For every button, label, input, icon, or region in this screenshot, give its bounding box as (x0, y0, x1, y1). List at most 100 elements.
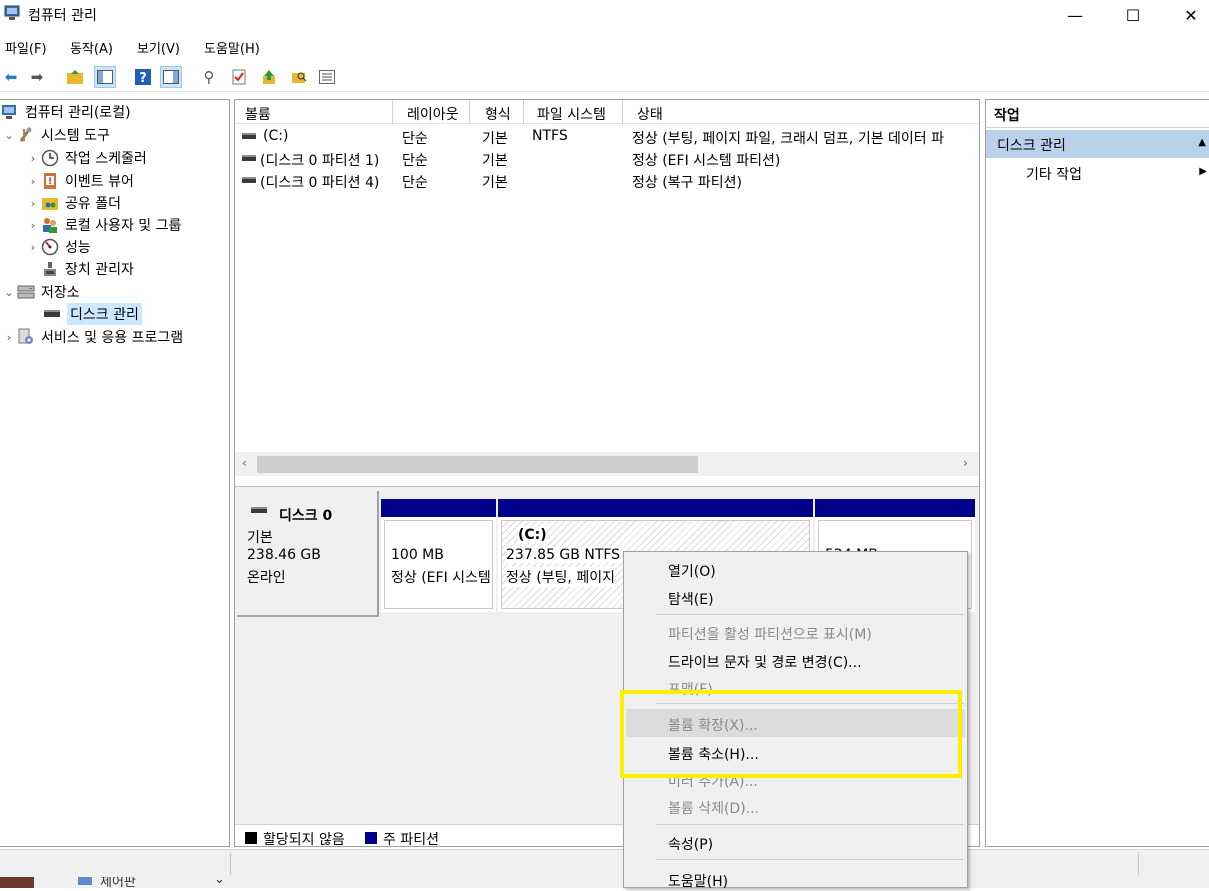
menu-item-mark-active[interactable]: 파티션을 활성 파티션으로 표시(M) (668, 624, 872, 644)
export-up-icon[interactable] (258, 66, 280, 88)
chevron-right-icon[interactable]: › (26, 152, 40, 165)
legend-primary: 주 파티션 (383, 832, 439, 847)
tree-item-performance[interactable]: › 성능 (26, 236, 91, 258)
chevron-right-icon[interactable]: › (26, 197, 40, 210)
scrollbar-thumb[interactable] (257, 456, 698, 473)
search-folder-icon[interactable] (288, 66, 310, 88)
menu-item-help[interactable]: 도움말(H) (668, 871, 728, 891)
menu-help[interactable]: 도움말(H) (204, 38, 260, 57)
chevron-right-icon[interactable]: › (26, 219, 40, 232)
tree-item-disk-management[interactable]: 디스크 관리 (42, 303, 142, 325)
tree-item-device-manager[interactable]: 장치 관리자 (40, 258, 134, 280)
chevron-right-icon[interactable]: › (26, 175, 40, 188)
submenu-arrow-icon[interactable]: ▶ (1199, 166, 1207, 177)
menu-item-open[interactable]: 열기(O) (668, 561, 716, 581)
menu-item-properties[interactable]: 속성(P) (668, 834, 713, 854)
properties-list-icon[interactable] (316, 66, 338, 88)
scroll-left-icon[interactable]: ‹ (242, 456, 247, 470)
volume-status: 정상 (EFI 시스템 파티션) (632, 153, 781, 169)
column-filesystem[interactable]: 파일 시스템 (537, 104, 606, 124)
partition-title: (C:) (518, 527, 547, 543)
show-hide-action-pane-icon[interactable] (160, 66, 182, 88)
menu-item-delete-volume[interactable]: 볼륨 삭제(D)... (668, 798, 759, 818)
tree-label: 저장소 (41, 285, 80, 301)
volume-name: (디스크 0 파티션 4) (260, 175, 380, 191)
column-volume[interactable]: 볼륨 (245, 104, 271, 124)
window-title: 컴퓨터 관리 (28, 8, 97, 24)
menu-file[interactable]: 파일(F) (5, 38, 47, 57)
menu-action[interactable]: 동작(A) (70, 38, 113, 57)
volume-row[interactable]: (디스크 0 파티션 1) 단순 기본 정상 (EFI 시스템 파티션) (235, 147, 979, 169)
column-type[interactable]: 형식 (485, 104, 511, 124)
drive-icon (251, 507, 267, 513)
up-folder-icon[interactable] (64, 66, 86, 88)
partition-size: 237.85 GB NTFS (506, 547, 621, 563)
taskbar-image (0, 877, 34, 888)
chevron-down-icon[interactable]: ⌄ (2, 129, 16, 142)
checklist-icon[interactable] (228, 66, 250, 88)
legend-unallocated: 할당되지 않음 (263, 832, 345, 847)
menu-view[interactable]: 보기(V) (137, 38, 180, 57)
actions-more-item[interactable]: 기타 작업 (1026, 164, 1082, 184)
volume-status: 정상 (부팅, 페이지 파일, 크래시 덤프, 기본 데이터 파 (632, 131, 945, 147)
volume-layout: 단순 (402, 131, 428, 147)
disk-info[interactable]: 디스크 0 기본 238.46 GB 온라인 (237, 491, 379, 617)
chevron-right-icon[interactable]: › (2, 331, 16, 344)
volume-list-header: 볼륨 레이아웃 형식 파일 시스템 상태 (235, 100, 979, 124)
scroll-right-icon[interactable]: › (963, 456, 968, 470)
tree-label: 작업 스케줄러 (65, 151, 147, 167)
partition-efi[interactable]: 100 MB 정상 (EFI 시스템 (381, 499, 496, 612)
tree-label: 장치 관리자 (65, 262, 134, 278)
services-icon (16, 328, 36, 346)
partition-type-bar (815, 499, 975, 517)
legend-primary-swatch (365, 832, 377, 844)
back-arrow-icon[interactable]: ⬅ (0, 66, 22, 88)
chevron-down-icon[interactable]: ⌄ (2, 286, 16, 299)
help-icon[interactable]: ? (132, 66, 154, 88)
tree-item-computer-management[interactable]: 컴퓨터 관리(로컬) (0, 101, 131, 123)
volume-row[interactable]: (디스크 0 파티션 4) 단순 기본 정상 (복구 파티션) (235, 169, 979, 191)
svg-text:!: ! (48, 177, 52, 187)
tools-icon (16, 126, 36, 144)
tree-item-storage[interactable]: ⌄ 저장소 (2, 281, 80, 303)
tree-item-task-scheduler[interactable]: › 작업 스케줄러 (26, 147, 147, 169)
tree-item-services-apps[interactable]: › 서비스 및 응용 프로그램 (2, 326, 183, 348)
actions-section-label: 디스크 관리 (997, 138, 1066, 154)
disk-status: 온라인 (247, 570, 286, 586)
show-hide-console-tree-icon[interactable] (94, 66, 116, 88)
forward-arrow-icon[interactable]: ➡ (26, 66, 48, 88)
tree-item-local-users-groups[interactable]: › 로컬 사용자 및 그룹 (26, 214, 181, 236)
svg-text:?: ? (139, 71, 147, 86)
tree-item-shared-folders[interactable]: › 공유 폴더 (26, 192, 121, 214)
close-button[interactable]: ✕ (1162, 0, 1209, 30)
column-status[interactable]: 상태 (637, 104, 663, 124)
volume-type: 기본 (482, 153, 508, 169)
control-panel-icon (78, 877, 92, 885)
collapse-triangle-icon[interactable]: ▲ (1198, 137, 1206, 148)
partition-status: 정상 (EFI 시스템 (391, 570, 491, 586)
volume-row[interactable]: (C:) 단순 기본 NTFS 정상 (부팅, 페이지 파일, 크래시 덤프, … (235, 125, 979, 147)
shared-folder-icon (40, 194, 60, 212)
tree-label: 서비스 및 응용 프로그램 (41, 330, 184, 346)
horizontal-scrollbar[interactable]: ‹ › (235, 452, 979, 476)
partition-body: 100 MB 정상 (EFI 시스템 (384, 520, 493, 609)
tree-item-event-viewer[interactable]: › ! 이벤트 뷰어 (26, 170, 134, 192)
partition-size: 100 MB (391, 547, 444, 563)
actions-section-disk-management[interactable]: 디스크 관리 ▲ (986, 130, 1209, 158)
chevron-down-icon[interactable]: ⌄ (214, 877, 225, 887)
chevron-right-icon[interactable]: › (26, 241, 40, 254)
menu-item-explore[interactable]: 탐색(E) (668, 589, 714, 609)
tree-label: 이벤트 뷰어 (65, 174, 134, 190)
users-icon (40, 216, 60, 234)
title-bar: 컴퓨터 관리 — ☐ ✕ (0, 0, 1209, 32)
tree-label: 로컬 사용자 및 그룹 (65, 218, 182, 234)
tree-label: 성능 (65, 240, 91, 256)
connect-icon[interactable]: ⚲ (198, 66, 220, 88)
minimize-button[interactable]: — (1046, 0, 1104, 30)
tree-item-system-tools[interactable]: ⌄ 시스템 도구 (2, 124, 110, 146)
status-bar (0, 849, 1209, 877)
taskbar-label[interactable]: 제어판 (100, 877, 136, 888)
menu-item-change-drive-letter[interactable]: 드라이브 문자 및 경로 변경(C)... (668, 652, 862, 672)
column-layout[interactable]: 레이아웃 (407, 104, 459, 124)
maximize-button[interactable]: ☐ (1104, 0, 1162, 30)
